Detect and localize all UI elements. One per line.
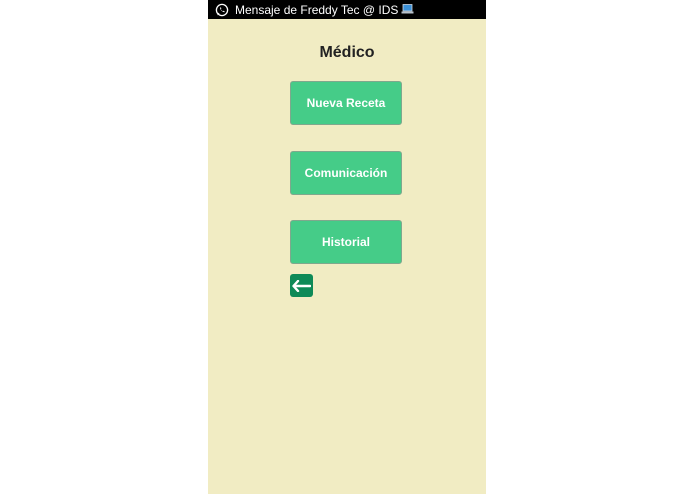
history-button[interactable]: Historial — [290, 220, 402, 264]
app-screen: Mensaje de Freddy Tec @ IDS Médico Nueva… — [208, 0, 486, 494]
laptop-icon — [401, 3, 414, 17]
page-title: Médico — [319, 44, 375, 61]
new-prescription-button[interactable]: Nueva Receta — [290, 81, 402, 125]
back-button[interactable] — [290, 274, 313, 297]
notification-text: Mensaje de Freddy Tec @ IDS — [235, 2, 399, 17]
communication-button[interactable]: Comunicación — [290, 151, 402, 195]
notification-bar[interactable]: Mensaje de Freddy Tec @ IDS — [208, 0, 486, 19]
arrow-left-icon — [292, 279, 311, 292]
whatsapp-icon — [215, 3, 229, 17]
